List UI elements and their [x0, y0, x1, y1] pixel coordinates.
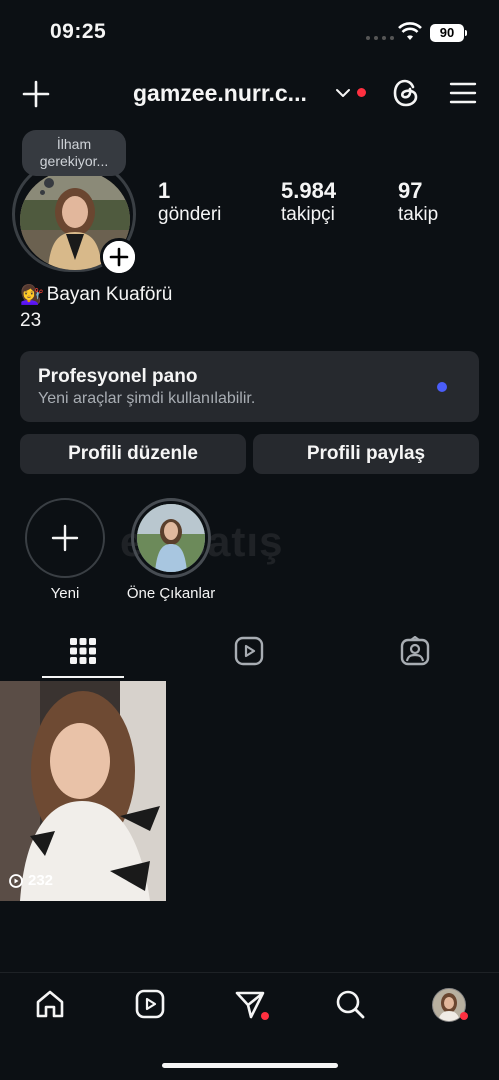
messages-notification-dot [261, 1012, 269, 1020]
pro-dashboard-title: Profesyonel pano [38, 366, 198, 387]
chevron-down-icon[interactable] [335, 86, 351, 104]
account-notification-dot [357, 88, 366, 97]
create-plus-icon[interactable] [22, 80, 50, 113]
hairdresser-emoji-icon: 💇‍♀️ [20, 285, 44, 306]
active-tab-indicator [42, 676, 124, 678]
cellular-signal-icon [366, 36, 394, 40]
home-icon[interactable] [34, 988, 66, 1025]
following-count: 97 [398, 178, 423, 203]
play-views-icon [9, 873, 23, 888]
edit-profile-button[interactable]: Profili düzenle [20, 434, 246, 474]
tagged-tab-icon[interactable] [400, 635, 430, 671]
profile-notification-dot [460, 1012, 468, 1020]
post-views-text: 232 [28, 872, 54, 889]
bio-text: 23 [20, 310, 42, 331]
share-profile-button[interactable]: Profili paylaş [253, 434, 479, 474]
highlight-featured[interactable] [137, 504, 205, 572]
pro-dashboard-subtitle: Yeni araçlar şimdi kullanılabilir. [38, 390, 256, 407]
posts-stat[interactable]: 1 gönderi [158, 178, 221, 226]
note-text: İlham gerekiyor... [39, 136, 109, 169]
messages-icon[interactable] [234, 988, 266, 1025]
posts-count: 1 [158, 178, 171, 203]
followers-label: takipçi [281, 204, 335, 225]
post-view-count: 232 [8, 872, 53, 889]
highlight-label-new: Yeni [50, 585, 80, 602]
followers-count: 5.984 [281, 178, 337, 203]
following-stat[interactable]: 97 takip [398, 178, 438, 226]
status-time: 09:25 [50, 20, 107, 43]
reels-nav-icon[interactable] [134, 988, 166, 1025]
profile-username[interactable]: gamzee.nurr.c... [133, 80, 307, 107]
new-highlight-button[interactable] [25, 498, 105, 578]
bio-category-text: Bayan Kuaförü [46, 284, 173, 305]
note-bubble[interactable]: İlham gerekiyor... [22, 130, 126, 176]
plus-icon [51, 524, 79, 552]
threads-icon[interactable] [392, 78, 420, 113]
add-story-button[interactable] [100, 238, 138, 276]
battery-tip [465, 30, 467, 36]
highlight-label-featured: Öne Çıkanlar [126, 585, 216, 602]
note-bubble-tail [44, 178, 54, 188]
menu-icon[interactable] [449, 81, 477, 110]
following-label: takip [398, 204, 439, 225]
home-indicator [162, 1063, 338, 1068]
search-icon[interactable] [334, 988, 366, 1025]
pro-dashboard-new-dot [437, 382, 447, 392]
reels-tab-icon[interactable] [234, 636, 264, 671]
wifi-icon [398, 22, 422, 47]
bio-category: 💇‍♀️ Bayan Kuaförü [20, 283, 172, 307]
posts-label: gönderi [158, 204, 222, 225]
battery-indicator: 90 [430, 24, 464, 42]
grid-icon[interactable] [70, 638, 96, 669]
note-bubble-tail-small [40, 190, 45, 195]
followers-stat[interactable]: 5.984 takipçi [281, 178, 336, 226]
bottom-nav-divider [0, 972, 499, 973]
post-thumbnail[interactable] [0, 681, 166, 901]
